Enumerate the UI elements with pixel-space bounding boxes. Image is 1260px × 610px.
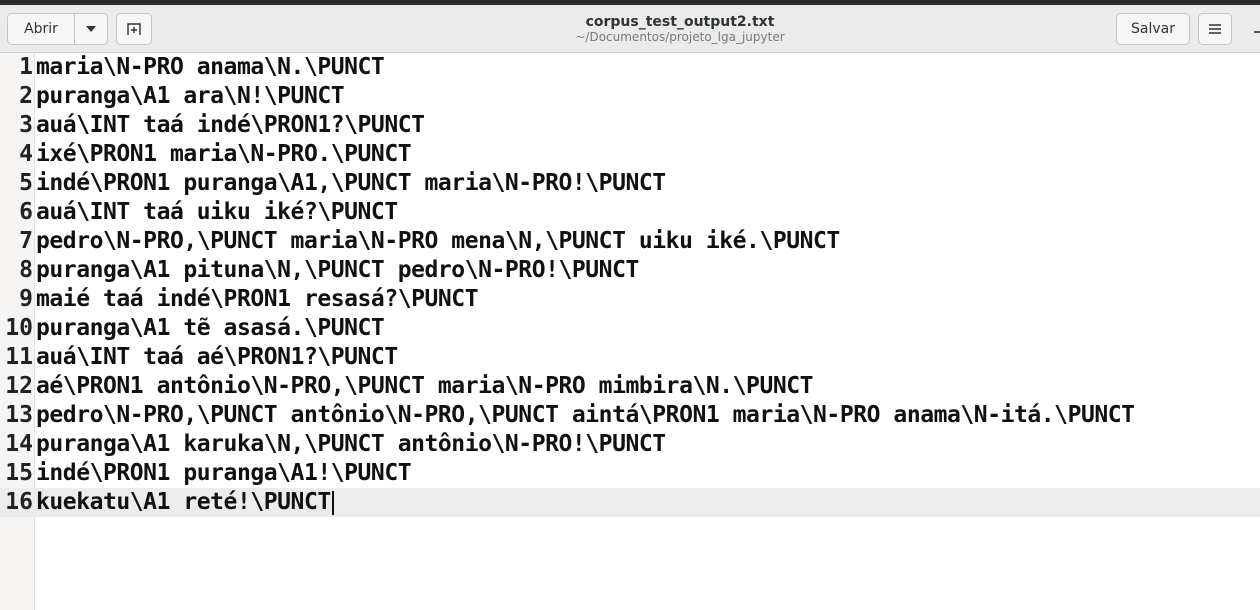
- line-text[interactable]: auá\INT taá indé\PRON1?\PUNCT: [36, 111, 425, 140]
- line-number: 12: [5, 373, 33, 399]
- line-text[interactable]: ixé\PRON1 maria\N-PRO.\PUNCT: [36, 140, 412, 169]
- line-text[interactable]: maria\N-PRO anama\N.\PUNCT: [36, 53, 385, 82]
- editor-line: 15 indé\PRON1 puranga\A1!\PUNCT: [0, 459, 1260, 488]
- open-button[interactable]: Abrir: [7, 13, 75, 45]
- line-number: 13: [5, 402, 33, 428]
- editor-line: 11 auá\INT taá aé\PRON1?\PUNCT: [0, 343, 1260, 372]
- line-text[interactable]: aé\PRON1 antônio\N-PRO,\PUNCT maria\N-PR…: [36, 372, 813, 401]
- line-text[interactable]: puranga\A1 ara\N!\PUNCT: [36, 82, 345, 111]
- main-menu-button[interactable]: [1198, 13, 1232, 45]
- save-button-label: Salvar: [1131, 21, 1175, 37]
- new-tab-button[interactable]: [116, 13, 152, 45]
- line-number: 6: [19, 199, 33, 225]
- line-text[interactable]: puranga\A1 pituna\N,\PUNCT pedro\N-PRO!\…: [36, 256, 639, 285]
- line-number: 14: [5, 431, 33, 457]
- editor-line: 1 maria\N-PRO anama\N.\PUNCT: [0, 53, 1260, 82]
- line-number: 7: [19, 228, 33, 254]
- editor-line: 9 maié taá indé\PRON1 resasá?\PUNCT: [0, 285, 1260, 314]
- editor-line: 14 puranga\A1 karuka\N,\PUNCT antônio\N-…: [0, 430, 1260, 459]
- chevron-down-icon: [86, 26, 96, 32]
- editor-line: 12 aé\PRON1 antônio\N-PRO,\PUNCT maria\N…: [0, 372, 1260, 401]
- open-button-label: Abrir: [24, 21, 58, 37]
- hamburger-menu-icon: [1209, 24, 1221, 34]
- line-number: 16: [5, 489, 33, 515]
- line-number: 4: [19, 141, 33, 167]
- line-text[interactable]: auá\INT taá aé\PRON1?\PUNCT: [36, 343, 398, 372]
- editor-line: 4 ixé\PRON1 maria\N-PRO.\PUNCT: [0, 140, 1260, 169]
- editor-line: 10 puranga\A1 tẽ asasá.\PUNCT: [0, 314, 1260, 343]
- editor-line-current: 16 kuekatu\A1 reté!\PUNCT: [0, 488, 1260, 517]
- text-editor[interactable]: 1 maria\N-PRO anama\N.\PUNCT 2 puranga\A…: [0, 53, 1260, 610]
- document-path: ~/Documentos/projeto_lga_jupyter: [575, 30, 785, 44]
- new-tab-icon: [127, 23, 141, 35]
- window-title-area: corpus_test_output2.txt ~/Documentos/pro…: [430, 14, 930, 45]
- line-number: 11: [5, 344, 33, 370]
- line-number: 2: [19, 83, 33, 109]
- header-bar: Abrir corpus_test_output2.txt ~/Document…: [0, 5, 1260, 53]
- line-number: 3: [19, 112, 33, 138]
- line-text[interactable]: indé\PRON1 puranga\A1!\PUNCT: [36, 459, 412, 488]
- editor-line: 3 auá\INT taá indé\PRON1?\PUNCT: [0, 111, 1260, 140]
- line-number: 15: [5, 460, 33, 486]
- window-edge-control: [1254, 31, 1260, 33]
- editor-line: 13 pedro\N-PRO,\PUNCT antônio\N-PRO,\PUN…: [0, 401, 1260, 430]
- line-number: 10: [5, 315, 33, 341]
- editor-line: 8 puranga\A1 pituna\N,\PUNCT pedro\N-PRO…: [0, 256, 1260, 285]
- editor-line: 7 pedro\N-PRO,\PUNCT maria\N-PRO mena\N,…: [0, 227, 1260, 256]
- line-text[interactable]: pedro\N-PRO,\PUNCT antônio\N-PRO,\PUNCT …: [36, 401, 1135, 430]
- line-text[interactable]: kuekatu\A1 reté!\PUNCT: [36, 488, 334, 517]
- line-text[interactable]: puranga\A1 tẽ asasá.\PUNCT: [36, 314, 385, 343]
- line-number: 9: [19, 286, 33, 312]
- line-number: 5: [19, 170, 33, 196]
- line-text[interactable]: indé\PRON1 puranga\A1,\PUNCT maria\N-PRO…: [36, 169, 666, 198]
- editor-line: 2 puranga\A1 ara\N!\PUNCT: [0, 82, 1260, 111]
- editor-line: 6 auá\INT taá uiku iké?\PUNCT: [0, 198, 1260, 227]
- line-text-content: kuekatu\A1 reté!\PUNCT: [36, 489, 331, 515]
- line-text[interactable]: maié taá indé\PRON1 resasá?\PUNCT: [36, 285, 479, 314]
- line-text[interactable]: auá\INT taá uiku iké?\PUNCT: [36, 198, 398, 227]
- line-text[interactable]: pedro\N-PRO,\PUNCT maria\N-PRO mena\N,\P…: [36, 227, 840, 256]
- text-cursor: [331, 490, 334, 515]
- line-text[interactable]: puranga\A1 karuka\N,\PUNCT antônio\N-PRO…: [36, 430, 666, 459]
- open-dropdown-button[interactable]: [74, 13, 108, 45]
- document-title: corpus_test_output2.txt: [585, 14, 775, 30]
- save-button[interactable]: Salvar: [1116, 13, 1190, 45]
- line-number: 1: [19, 54, 33, 80]
- line-number: 8: [19, 257, 33, 283]
- editor-line: 5 indé\PRON1 puranga\A1,\PUNCT maria\N-P…: [0, 169, 1260, 198]
